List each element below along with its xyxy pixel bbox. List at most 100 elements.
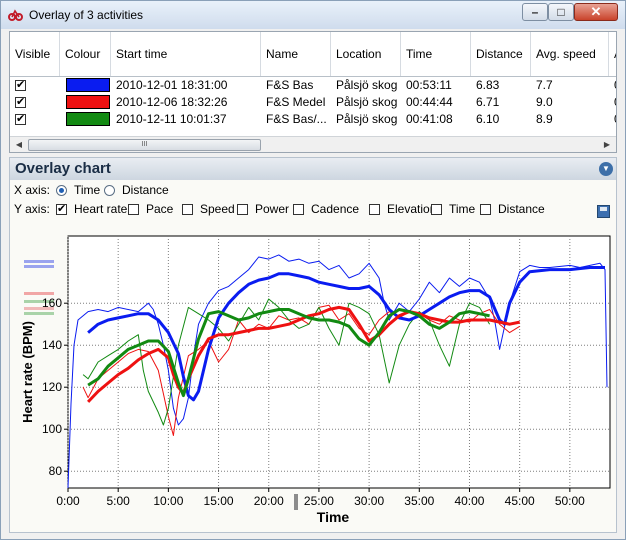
cell-location: Pålsjö skog: [336, 78, 398, 92]
x-tick-label: 35:00: [404, 494, 434, 508]
overlay-window: Overlay of 3 activities – □ ✕ Visible Co…: [0, 0, 626, 540]
x-axis-radio-distance[interactable]: [104, 185, 115, 196]
y-axis-option-label[interactable]: Cadence: [311, 202, 359, 216]
column-header-avg-speed[interactable]: Avg. speed: [531, 32, 609, 76]
app-icon: [8, 9, 23, 21]
y-axis-checkbox-speed[interactable]: [182, 204, 193, 215]
y-axis-option-label[interactable]: Elevation: [387, 202, 436, 216]
y-axis-checkbox-distance[interactable]: [480, 204, 491, 215]
scroll-grip-icon: III: [141, 141, 148, 148]
cell-name: F&S Bas: [266, 78, 314, 92]
horizontal-scrollbar[interactable]: ◀ III ▶: [10, 136, 616, 152]
cell-avg-speed: 8.9: [536, 112, 553, 126]
colour-swatch[interactable]: [66, 112, 110, 126]
overlay-chart-panel: Overlay chart ▼ X axis: Time Distance Y a…: [9, 157, 617, 533]
x-tick-label: 45:00: [505, 494, 535, 508]
overlay-chart-title: Overlay chart: [15, 160, 111, 177]
x-axis-title: Time: [317, 509, 350, 525]
y-axis-option-label[interactable]: Distance: [498, 202, 545, 216]
y-axis-checkbox-cadence[interactable]: [293, 204, 304, 215]
checkmark-icon: ✔: [16, 113, 26, 125]
close-button[interactable]: ✕: [574, 3, 618, 21]
cell-start-time: 2010-12-01 18:31:00: [116, 78, 228, 92]
visible-checkbox[interactable]: ✔: [15, 96, 26, 108]
table-row[interactable]: ✔ 2010-12-06 18:32:26 F&S Medel Pålsjö skog…: [10, 94, 616, 111]
scroll-left-icon[interactable]: ◀: [12, 139, 26, 151]
checkmark-icon: ✔: [16, 96, 26, 108]
cell-time: 00:53:11: [406, 78, 452, 92]
column-header-location[interactable]: Location: [331, 32, 401, 76]
y-axis-option-label[interactable]: Speed: [200, 202, 235, 216]
scroll-thumb[interactable]: III: [28, 139, 261, 151]
y-axis-checkbox-time[interactable]: [431, 204, 442, 215]
cell-name: F&S Medel: [266, 95, 326, 109]
column-header-colour[interactable]: Colour: [60, 32, 111, 76]
cell-time: 00:44:44: [406, 95, 453, 109]
x-tick-label: 25:00: [304, 494, 334, 508]
y-axis-label: Y axis:: [14, 202, 50, 216]
colour-swatch[interactable]: [66, 78, 110, 92]
x-axis-option-label[interactable]: Time: [74, 183, 100, 197]
colour-swatch[interactable]: [66, 95, 110, 109]
window-title: Overlay of 3 activities: [29, 8, 144, 22]
title-bar[interactable]: Overlay of 3 activities – □ ✕: [1, 1, 625, 29]
column-header-name[interactable]: Name: [261, 32, 331, 76]
y-axis-option-label[interactable]: Pace: [146, 202, 173, 216]
cell-location: Pålsjö skog: [336, 95, 398, 109]
activities-grid[interactable]: Visible Colour Start time Name Location …: [9, 31, 617, 153]
x-axis-option-label[interactable]: Distance: [122, 183, 169, 197]
x-tick-label: 20:00: [254, 494, 284, 508]
time-slider-handle[interactable]: [294, 494, 298, 510]
y-axis-checkbox-elevation[interactable]: [369, 204, 380, 215]
x-tick-label: 15:00: [204, 494, 234, 508]
table-row[interactable]: ✔ 2010-12-01 18:31:00 F&S Bas Pålsjö skog 00…: [10, 77, 616, 94]
zone-marker: [24, 312, 54, 315]
column-header-distance[interactable]: Distance: [471, 32, 531, 76]
save-icon[interactable]: [597, 205, 610, 218]
column-header-more[interactable]: A: [609, 32, 616, 76]
visible-checkbox[interactable]: ✔: [15, 113, 26, 125]
x-axis-label: X axis:: [14, 183, 51, 197]
minimize-icon: –: [531, 5, 539, 19]
maximize-icon: □: [557, 5, 565, 19]
zone-marker: [24, 260, 54, 263]
x-tick-label: 50:00: [555, 494, 585, 508]
y-axis-option-label[interactable]: Heart rate: [74, 202, 127, 216]
cell-time: 00:41:08: [406, 112, 453, 126]
x-axis-radio-time[interactable]: [56, 185, 67, 196]
cell-name: F&S Bas/...: [266, 112, 327, 126]
checkmark-icon: ✔: [16, 79, 26, 91]
x-tick-label: 0:00: [56, 494, 80, 508]
heart-rate-chart: 0:00 5:00 10:00 15:00 20:00 25:00 30:00 35:00 40…: [20, 235, 611, 525]
chevron-down-icon[interactable]: ▼: [599, 162, 613, 176]
y-tick-label: 140: [42, 338, 62, 352]
column-header-visible[interactable]: Visible: [10, 32, 60, 76]
cell-more: 0: [609, 111, 616, 128]
close-icon: ✕: [590, 4, 602, 19]
checkmark-icon: ✔: [57, 203, 67, 215]
y-axis-checkbox-pace[interactable]: [128, 204, 139, 215]
x-tick-label: 40:00: [454, 494, 484, 508]
radio-selected-icon: [59, 188, 64, 193]
y-axis-option-label[interactable]: Time: [449, 202, 475, 216]
y-tick-label: 160: [42, 296, 62, 310]
minimize-button[interactable]: –: [522, 3, 548, 21]
y-axis-checkbox-power[interactable]: [237, 204, 248, 215]
column-header-time[interactable]: Time: [401, 32, 471, 76]
y-axis-option-label[interactable]: Power: [255, 202, 289, 216]
scroll-right-icon[interactable]: ▶: [600, 139, 614, 151]
y-axis-title: Heart rate (BPM): [20, 321, 35, 423]
x-tick-label: 10:00: [153, 494, 183, 508]
x-tick-label: 30:00: [354, 494, 384, 508]
zone-marker: [24, 292, 54, 295]
maximize-button[interactable]: □: [548, 3, 574, 21]
y-axis-checkbox-heart-rate[interactable]: ✔: [56, 203, 67, 215]
cell-location: Pålsjö skog: [336, 112, 398, 126]
cell-avg-speed: 7.7: [536, 78, 553, 92]
overlay-chart-header[interactable]: Overlay chart ▼: [10, 158, 616, 180]
visible-checkbox[interactable]: ✔: [15, 79, 26, 91]
column-header-start-time[interactable]: Start time: [111, 32, 261, 76]
cell-start-time: 2010-12-06 18:32:26: [116, 95, 228, 109]
table-row[interactable]: ✔ 2010-12-11 10:01:37 F&S Bas/... Pålsjö sk…: [10, 111, 616, 128]
cell-more: 0: [609, 77, 616, 94]
